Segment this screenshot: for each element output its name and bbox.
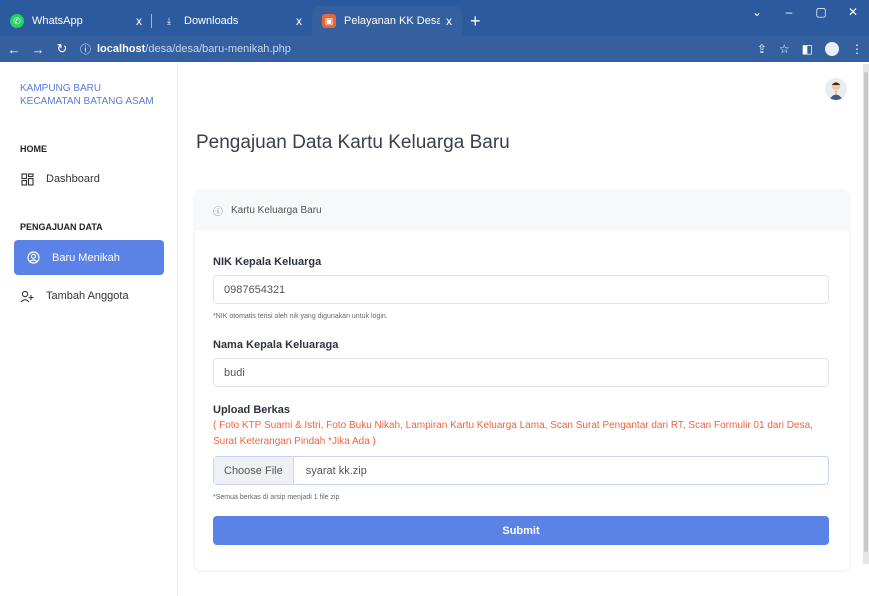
nik-field[interactable]: 0987654321 bbox=[213, 275, 829, 304]
sidebar: KAMPUNG BARU KECAMATAN BATANG ASAM HOME … bbox=[0, 62, 178, 596]
browser-tabbar: ✆ WhatsApp x ⤓ Downloads x ▣ Pelayanan K… bbox=[0, 0, 869, 36]
upload-label: Upload Berkas bbox=[213, 404, 291, 416]
main-content: Pengajuan Data Kartu Keluarga Baru ⓘ Kar… bbox=[179, 62, 869, 596]
brand-line-1: KAMPUNG BARU bbox=[20, 83, 102, 94]
menu-kebab-icon[interactable]: ⋮ bbox=[851, 42, 863, 56]
sidebar-item-tambah-anggota[interactable]: Tambah Anggota bbox=[20, 289, 129, 303]
sidebar-item-dashboard[interactable]: Dashboard bbox=[20, 172, 100, 186]
sidebar-item-label: Tambah Anggota bbox=[46, 290, 129, 302]
close-tab-icon[interactable]: x bbox=[136, 14, 142, 28]
upload-note: ( Foto KTP Suami & Istri, Foto Buku Nika… bbox=[213, 420, 813, 447]
brand-line-2: KECAMATAN BATANG ASAM bbox=[20, 96, 154, 107]
sidebar-brand[interactable]: KAMPUNG BARU KECAMATAN BATANG ASAM bbox=[0, 62, 177, 108]
whatsapp-icon: ✆ bbox=[10, 14, 24, 28]
card-header-title: Kartu Keluarga Baru bbox=[231, 204, 322, 216]
tab-search-icon[interactable]: ⌄ bbox=[741, 0, 773, 24]
page-scrollbar[interactable] bbox=[863, 64, 869, 564]
nik-hint: *NIK otomatis terisi oleh nik yang digun… bbox=[213, 313, 388, 320]
submit-button[interactable]: Submit bbox=[213, 516, 829, 545]
close-window-icon[interactable]: ✕ bbox=[837, 0, 869, 24]
url-field[interactable]: ⓘ localhost /desa/desa/baru-menikah.php bbox=[80, 41, 291, 57]
toolbar-actions: ⇪ ☆ ◧ ⋮ bbox=[757, 36, 863, 62]
bookmark-star-icon[interactable]: ☆ bbox=[779, 42, 790, 56]
address-bar: ← → ↻ ⓘ localhost /desa/desa/baru-menika… bbox=[0, 36, 869, 62]
scrollbar-thumb[interactable] bbox=[864, 72, 868, 552]
dashboard-grid-icon bbox=[20, 172, 34, 186]
form-card: ⓘ Kartu Keluarga Baru NIK Kepala Keluarg… bbox=[195, 190, 849, 570]
sidepanel-icon[interactable]: ◧ bbox=[802, 42, 813, 56]
tab-title: Downloads bbox=[184, 15, 239, 27]
section-home: HOME bbox=[20, 144, 47, 154]
sidebar-item-baru-menikah[interactable]: Baru Menikah bbox=[14, 240, 164, 275]
card-header: ⓘ Kartu Keluarga Baru bbox=[195, 190, 849, 230]
tab-pelayanan-kk-desa[interactable]: ▣ Pelayanan KK Desa x bbox=[312, 6, 462, 36]
forward-arrow-icon[interactable]: → bbox=[28, 42, 48, 57]
user-add-icon bbox=[20, 289, 34, 303]
url-path: /desa/desa/baru-menikah.php bbox=[145, 43, 291, 55]
tab-title: Pelayanan KK Desa bbox=[344, 15, 440, 27]
tab-title: WhatsApp bbox=[32, 15, 83, 27]
page-title: Pengajuan Data Kartu Keluarga Baru bbox=[196, 132, 510, 153]
reload-icon[interactable]: ↻ bbox=[52, 41, 72, 57]
avatar-icon bbox=[829, 81, 843, 100]
new-tab-button[interactable]: + bbox=[462, 6, 489, 36]
close-tab-icon[interactable]: x bbox=[446, 14, 452, 28]
nama-label: Nama Kepala Keluaraga bbox=[213, 339, 339, 351]
file-hint: *Semua berkas di arsip menjadi 1 file zi… bbox=[213, 494, 340, 501]
section-pengajuan-data: PENGAJUAN DATA bbox=[20, 222, 103, 232]
user-circle-icon bbox=[26, 251, 40, 265]
sidebar-item-label: Dashboard bbox=[46, 173, 100, 185]
profile-avatar-icon[interactable] bbox=[825, 42, 839, 56]
share-icon[interactable]: ⇪ bbox=[757, 42, 767, 56]
tab-whatsapp[interactable]: ✆ WhatsApp x bbox=[0, 6, 152, 36]
back-arrow-icon[interactable]: ← bbox=[4, 42, 24, 57]
selected-file-name: syarat kk.zip bbox=[305, 464, 367, 477]
info-circle-icon: ⓘ bbox=[213, 206, 223, 218]
file-upload-input[interactable]: Choose File syarat kk.zip bbox=[213, 456, 829, 485]
maximize-icon[interactable]: ▢ bbox=[805, 0, 837, 24]
minimize-icon[interactable]: – bbox=[773, 0, 805, 24]
window-controls: ⌄ – ▢ ✕ bbox=[741, 0, 869, 24]
choose-file-button[interactable]: Choose File bbox=[214, 457, 294, 484]
nama-field[interactable]: budi bbox=[213, 358, 829, 387]
download-icon: ⤓ bbox=[167, 15, 171, 26]
url-host: localhost bbox=[97, 43, 146, 55]
info-icon[interactable]: ⓘ bbox=[80, 41, 91, 57]
tab-downloads[interactable]: ⤓ Downloads x bbox=[152, 6, 312, 36]
user-avatar[interactable] bbox=[825, 78, 847, 100]
close-tab-icon[interactable]: x bbox=[296, 14, 302, 28]
site-favicon-icon: ▣ bbox=[322, 14, 336, 28]
nik-label: NIK Kepala Keluarga bbox=[213, 256, 322, 268]
sidebar-item-label: Baru Menikah bbox=[52, 251, 120, 264]
